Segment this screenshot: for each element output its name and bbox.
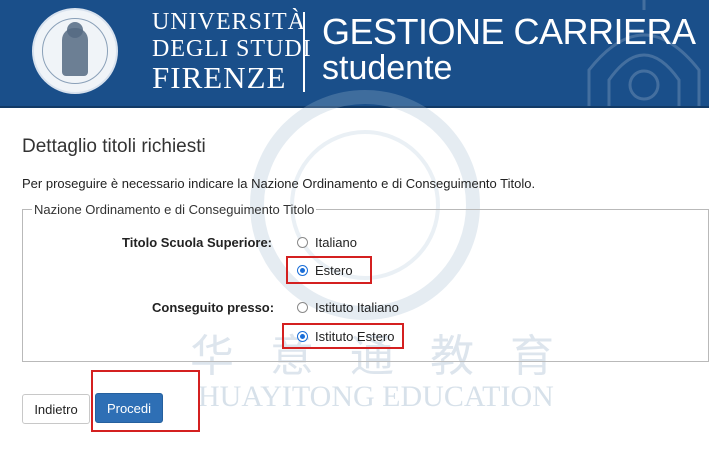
app-title-line2: studente xyxy=(322,49,453,87)
titolo-label: Titolo Scuola Superiore: xyxy=(122,235,273,250)
fieldset-legend: Nazione Ordinamento e di Conseguimento T… xyxy=(34,202,315,217)
instructions-text: Per proseguire è necessario indicare la … xyxy=(22,176,536,191)
watermark-english-text: HUAYITONG EDUCATION xyxy=(198,380,554,413)
radio-button-icon[interactable] xyxy=(297,302,308,313)
highlight-box-estero xyxy=(286,256,372,284)
radio-label-istituto-italiano: Istituto Italiano xyxy=(315,300,399,315)
university-line2: DEGLI STUDI xyxy=(152,36,312,62)
radio-conseguito-italiano[interactable]: Istituto Italiano xyxy=(297,300,399,315)
page-title: Dettaglio titoli richiesti xyxy=(22,136,206,157)
conseguito-label: Conseguito presso: xyxy=(152,300,275,315)
university-seal-icon xyxy=(32,8,118,94)
cathedral-decoration-icon xyxy=(587,0,701,108)
radio-label-italiano: Italiano xyxy=(315,235,357,250)
header-divider xyxy=(303,12,305,92)
radio-titolo-italiano[interactable]: Italiano xyxy=(297,235,357,250)
highlight-box-istituto-estero xyxy=(282,323,404,349)
highlight-box-procedi xyxy=(91,370,200,432)
site-header: UNIVERSITÀ DEGLI STUDI FIRENZE GESTIONE … xyxy=(0,0,709,108)
university-line3: FIRENZE xyxy=(152,60,287,95)
radio-button-icon[interactable] xyxy=(297,237,308,248)
back-button[interactable]: Indietro xyxy=(22,394,90,424)
university-line1: UNIVERSITÀ xyxy=(152,9,306,35)
